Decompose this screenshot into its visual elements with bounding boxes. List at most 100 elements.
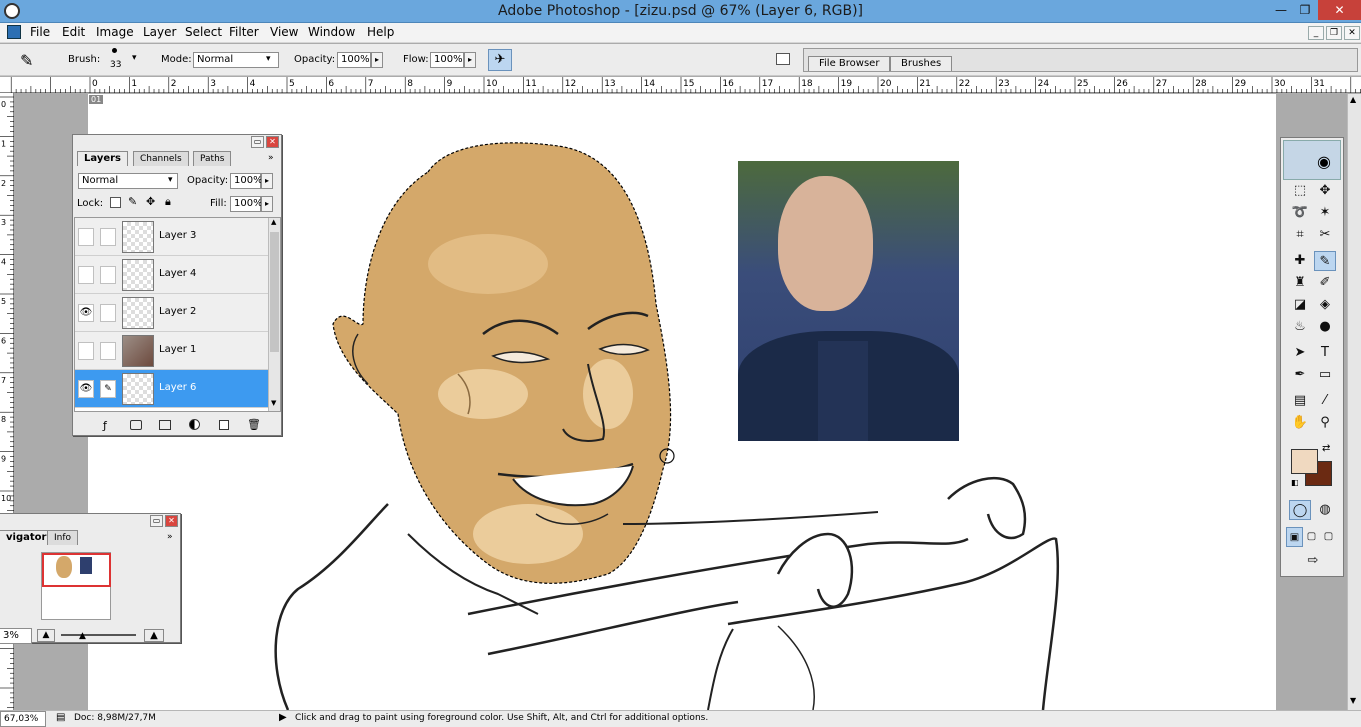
link-toggle[interactable] (100, 228, 116, 246)
paint-bucket-tool-icon[interactable]: ◈ (1314, 295, 1336, 315)
status-menu-arrow-icon[interactable]: ▶ (279, 712, 287, 723)
status-zoom-field[interactable]: 67,03% (0, 711, 46, 727)
toolbox-header[interactable] (1283, 140, 1341, 180)
opacity-field[interactable]: 100% (337, 52, 371, 68)
new-layer-icon[interactable] (219, 420, 229, 430)
lock-all-icon[interactable]: 🔒︎ (165, 195, 171, 209)
menu-image[interactable]: Image (96, 25, 134, 39)
dodge-tool-icon[interactable]: ● (1314, 317, 1336, 337)
layer-row-selected[interactable]: 👁︎ ✎ Layer 6 (75, 370, 268, 408)
panel-minimize-button[interactable]: ▭ (251, 136, 264, 148)
brush-dropdown-icon[interactable]: ▾ (132, 53, 137, 63)
layer-opacity-arrow[interactable]: ▸ (261, 173, 273, 189)
notes-tool-icon[interactable]: ▤ (1289, 391, 1311, 411)
magic-wand-tool-icon[interactable]: ✶ (1314, 203, 1336, 223)
zoom-in-icon[interactable]: ▲ (144, 629, 164, 642)
tab-channels[interactable]: Channels (133, 151, 189, 166)
layer-row[interactable]: Layer 3 (75, 218, 268, 256)
marquee-tool-icon[interactable]: ⬚ (1289, 181, 1311, 201)
brush-tool-icon[interactable]: ✎ (1314, 251, 1336, 271)
adobe-eye-icon[interactable]: ◉ (1317, 152, 1331, 171)
doc-restore-button[interactable]: ❐ (1326, 26, 1342, 40)
layer-row[interactable]: Layer 4 (75, 256, 268, 294)
view-box[interactable] (42, 553, 111, 587)
eye-icon[interactable]: 👁︎ (78, 380, 94, 398)
scroll-thumb[interactable] (270, 232, 279, 352)
add-mask-icon[interactable] (130, 420, 142, 430)
full-screen-menu-mode-icon[interactable]: ▢ (1303, 527, 1320, 547)
menu-layer[interactable]: Layer (143, 25, 176, 39)
flow-arrow-button[interactable]: ▸ (464, 52, 476, 68)
layer-style-icon[interactable]: ƒ (103, 419, 107, 432)
scroll-down-icon[interactable]: ▼ (271, 399, 276, 407)
jump-to-imageready-icon[interactable]: ⇨ (1295, 551, 1331, 571)
move-tool-icon[interactable]: ✥ (1314, 181, 1336, 201)
menu-select[interactable]: Select (185, 25, 222, 39)
layers-scrollbar[interactable]: ▲ ▼ (268, 218, 280, 411)
panel-menu-icon[interactable]: » (268, 153, 274, 163)
trash-icon[interactable]: 🗑︎ (247, 418, 261, 431)
tab-layers[interactable]: Layers (77, 151, 128, 166)
tab-paths[interactable]: Paths (193, 151, 232, 166)
link-toggle[interactable] (100, 342, 116, 360)
document-icon[interactable] (7, 25, 21, 39)
fill-arrow[interactable]: ▸ (261, 196, 273, 212)
link-toggle[interactable] (100, 304, 116, 322)
menu-file[interactable]: File (30, 25, 50, 39)
standard-screen-mode-icon[interactable]: ▣ (1286, 527, 1303, 547)
crop-tool-icon[interactable]: ⌗ (1289, 225, 1311, 245)
vertical-scrollbar[interactable]: ▲ ▼ (1347, 94, 1361, 710)
full-screen-mode-icon[interactable]: ▢ (1320, 527, 1337, 547)
minimize-button[interactable]: — (1270, 0, 1292, 20)
scroll-down-icon[interactable]: ▼ (1350, 696, 1356, 705)
zoom-slider[interactable] (61, 634, 136, 636)
eyedropper-tool-icon[interactable]: ⁄ (1314, 391, 1336, 411)
quick-mask-mode-icon[interactable]: ◍ (1314, 500, 1336, 520)
panel-minimize-button[interactable]: ▭ (150, 515, 163, 527)
clone-stamp-tool-icon[interactable]: ♜ (1289, 273, 1311, 293)
brush-tip-icon[interactable] (112, 48, 117, 53)
panel-menu-icon[interactable]: » (167, 532, 173, 542)
zoom-out-icon[interactable]: ▲ (37, 629, 55, 642)
scroll-up-icon[interactable]: ▲ (271, 218, 276, 226)
layer-opacity-field[interactable]: 100% (230, 173, 263, 189)
foreground-color-swatch[interactable] (1291, 449, 1318, 474)
menu-window[interactable]: Window (308, 25, 355, 39)
fill-field[interactable]: 100% (230, 196, 263, 212)
tool-preset-brush-icon[interactable]: ✎ (20, 51, 33, 70)
tab-brushes[interactable]: Brushes (890, 56, 953, 71)
layers-panel-titlebar[interactable] (73, 135, 281, 150)
new-set-icon[interactable] (159, 420, 171, 430)
panel-close-button[interactable]: ✕ (266, 136, 279, 148)
restore-button[interactable]: ❐ (1294, 0, 1316, 20)
history-brush-tool-icon[interactable]: ✐ (1314, 273, 1336, 293)
scroll-up-icon[interactable]: ▲ (1350, 95, 1356, 104)
slice-tool-icon[interactable]: ✂ (1314, 225, 1336, 245)
lock-position-icon[interactable]: ✥ (146, 195, 155, 208)
layer-row[interactable]: Layer 1 (75, 332, 268, 370)
tab-file-browser[interactable]: File Browser (808, 56, 891, 71)
tab-info[interactable]: Info (47, 530, 79, 545)
doc-close-button[interactable]: ✕ (1344, 26, 1360, 40)
adjustment-layer-icon[interactable] (189, 419, 200, 430)
navigator-zoom-field[interactable]: 3% (0, 628, 32, 644)
standard-mode-icon[interactable]: ◯ (1289, 500, 1311, 520)
lock-transparency-icon[interactable] (110, 197, 121, 208)
doc-minimize-button[interactable]: _ (1308, 26, 1324, 40)
close-button[interactable]: ✕ (1318, 0, 1361, 20)
eye-icon[interactable]: 👁︎ (78, 304, 94, 322)
visibility-toggle[interactable] (78, 228, 94, 246)
menu-filter[interactable]: Filter (229, 25, 259, 39)
airbrush-icon[interactable]: ✈ (488, 49, 512, 71)
navigator-preview[interactable] (41, 552, 111, 620)
zoom-slider-thumb[interactable]: ▲ (79, 631, 86, 641)
swap-colors-icon[interactable]: ⇄ (1322, 443, 1330, 454)
menu-help[interactable]: Help (367, 25, 394, 39)
pen-tool-icon[interactable]: ✒ (1289, 365, 1311, 385)
flow-field[interactable]: 100% (430, 52, 464, 68)
palette-options-icon[interactable] (776, 53, 790, 65)
path-selection-tool-icon[interactable]: ➤ (1289, 343, 1311, 363)
zoom-tool-icon[interactable]: ⚲ (1314, 413, 1336, 433)
type-tool-icon[interactable]: T (1314, 343, 1336, 363)
eraser-tool-icon[interactable]: ◪ (1289, 295, 1311, 315)
